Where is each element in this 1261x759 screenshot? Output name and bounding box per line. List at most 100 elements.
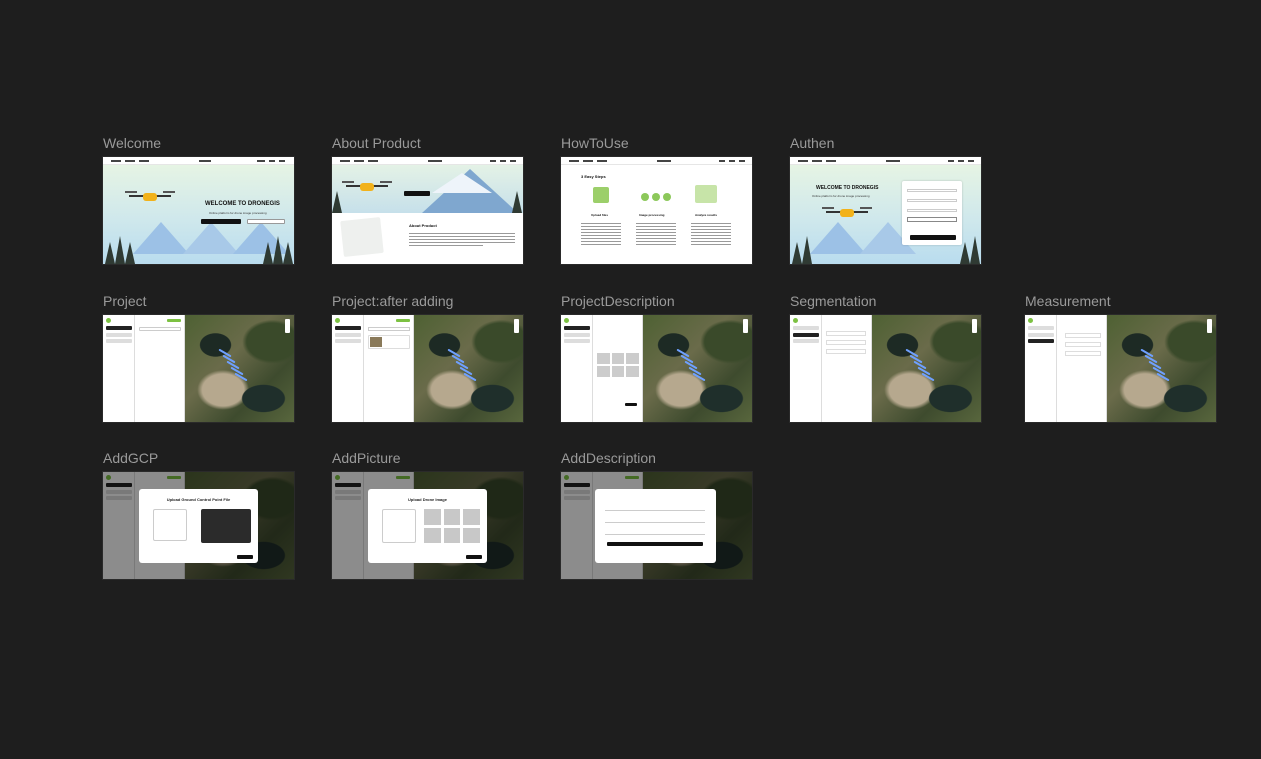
password-field[interactable]	[907, 199, 957, 202]
about-body	[409, 233, 515, 248]
frame-thumbnail[interactable]	[790, 315, 981, 422]
map-view[interactable]	[185, 315, 294, 422]
sign-up-button[interactable]	[201, 219, 241, 224]
zoom-control[interactable]	[972, 319, 977, 333]
image-grid	[424, 509, 480, 543]
frame-project-after-adding[interactable]: Project:after adding	[332, 293, 523, 422]
project-panel	[364, 315, 414, 422]
upload-dropzone[interactable]	[382, 509, 416, 543]
drone-icon	[822, 205, 872, 219]
frame-label: AddGCP	[103, 450, 159, 466]
frame-thumbnail[interactable]	[103, 315, 294, 422]
frame-label: ProjectDescription	[561, 293, 675, 309]
step-text	[691, 223, 731, 247]
step-label: Upload files	[591, 213, 609, 217]
add-project-button[interactable]	[167, 319, 181, 322]
processing-icon	[641, 187, 671, 203]
project-name-field[interactable]	[605, 507, 705, 511]
description-panel	[593, 315, 643, 422]
sidebar	[790, 315, 822, 422]
tablet-illustration	[340, 217, 384, 257]
frame-label: About Product	[332, 135, 421, 151]
frame-thumbnail[interactable]: Upload Ground Control Point File	[103, 472, 294, 579]
frame-label: Project	[103, 293, 147, 309]
map-view[interactable]	[1107, 315, 1216, 422]
description-field[interactable]	[605, 531, 705, 535]
frame-thumbnail[interactable]: 3 Easy Steps Upload files Image processi…	[561, 157, 752, 264]
search-input[interactable]	[139, 327, 181, 331]
step-label: Analyze results	[695, 213, 718, 217]
frame-thumbnail[interactable]	[561, 472, 752, 579]
hero-subtitle: Online platform for drone image processi…	[209, 211, 267, 215]
frame-label: Segmentation	[790, 293, 877, 309]
upload-gcp-modal: Upload Ground Control Point File	[139, 489, 258, 563]
frame-projectdescription[interactable]: ProjectDescription	[561, 293, 752, 422]
frame-welcome[interactable]: Welcome WELCOME TO DRONEGIS Online platf…	[103, 135, 294, 264]
frame-segmentation[interactable]: Segmentation	[790, 293, 981, 422]
submit-button[interactable]	[607, 542, 703, 546]
frame-addgcp[interactable]: AddGCP Upload Ground Control Point File	[103, 450, 294, 579]
frame-label: HowToUse	[561, 135, 629, 151]
upload-dropzone[interactable]	[153, 509, 187, 541]
project-panel	[135, 315, 185, 422]
email-field[interactable]	[907, 189, 957, 192]
zoom-control[interactable]	[743, 319, 748, 333]
project-info-modal	[595, 489, 716, 563]
frame-thumbnail[interactable]	[561, 315, 752, 422]
save-button[interactable]	[625, 403, 637, 406]
drone-icon	[342, 179, 392, 193]
modal-title: Upload Ground Control Point File	[166, 497, 231, 502]
steps-title: 3 Easy Steps	[581, 174, 606, 179]
frame-label: Measurement	[1025, 293, 1111, 309]
frame-label: Welcome	[103, 135, 162, 151]
hero-headline: WELCOME TO DRONEGIS	[205, 201, 280, 207]
map-view[interactable]	[414, 315, 523, 422]
zoom-control[interactable]	[285, 319, 290, 333]
hero-headline: WELCOME TO DRONEGIS	[816, 185, 879, 191]
gcp-table	[201, 509, 251, 543]
login-button[interactable]	[247, 219, 285, 224]
frame-addpicture[interactable]: AddPicture Upload Drone Image	[332, 450, 523, 579]
step-label: Image processing	[639, 213, 665, 217]
thumb-hero	[332, 165, 523, 213]
location-field[interactable]	[605, 519, 705, 523]
frame-thumbnail[interactable]	[332, 315, 523, 422]
login-button[interactable]	[907, 217, 957, 222]
zoom-control[interactable]	[514, 319, 519, 333]
frame-thumbnail[interactable]: About Product	[332, 157, 523, 264]
frame-label: Project:after adding	[332, 293, 454, 309]
step-text	[636, 223, 676, 247]
thumb-nav	[561, 157, 752, 165]
frame-about-product[interactable]: About Product About Product	[332, 135, 523, 264]
sign-up-button[interactable]	[910, 235, 956, 240]
frame-thumbnail[interactable]: Upload Drone Image	[332, 472, 523, 579]
add-project-button[interactable]	[396, 319, 410, 322]
map-view[interactable]	[643, 315, 752, 422]
thumb-nav	[103, 157, 294, 165]
segmentation-panel	[822, 315, 872, 422]
thumb-hero: WELCOME TO DRONEGIS Online platform for …	[103, 165, 294, 264]
measurement-panel	[1057, 315, 1107, 422]
confirm-field[interactable]	[907, 209, 957, 212]
frame-adddescription[interactable]: AddDescription	[561, 450, 752, 579]
next-button[interactable]	[237, 555, 253, 559]
frame-label: AddPicture	[332, 450, 401, 466]
sidebar	[332, 315, 364, 422]
thumb-nav	[790, 157, 981, 165]
frame-thumbnail[interactable]: WELCOME TO DRONEGIS Online platform for …	[103, 157, 294, 264]
frame-measurement[interactable]: Measurement	[1025, 293, 1216, 422]
frame-howtouse[interactable]: HowToUse 3 Easy Steps Upload files Image…	[561, 135, 752, 264]
sidebar	[103, 315, 135, 422]
project-card[interactable]	[368, 335, 410, 349]
frame-thumbnail[interactable]	[1025, 315, 1216, 422]
analyze-icon	[695, 185, 717, 203]
next-button[interactable]	[466, 555, 482, 559]
map-view[interactable]	[872, 315, 981, 422]
frame-thumbnail[interactable]: WELCOME TO DRONEGIS Online platform for …	[790, 157, 981, 264]
frame-project[interactable]: Project	[103, 293, 294, 422]
sidebar	[1025, 315, 1057, 422]
frame-authen[interactable]: Authen WELCOME TO DRONEGIS Online platfo…	[790, 135, 981, 264]
about-title: About Product	[409, 223, 437, 228]
upload-icon	[593, 187, 609, 203]
zoom-control[interactable]	[1207, 319, 1212, 333]
